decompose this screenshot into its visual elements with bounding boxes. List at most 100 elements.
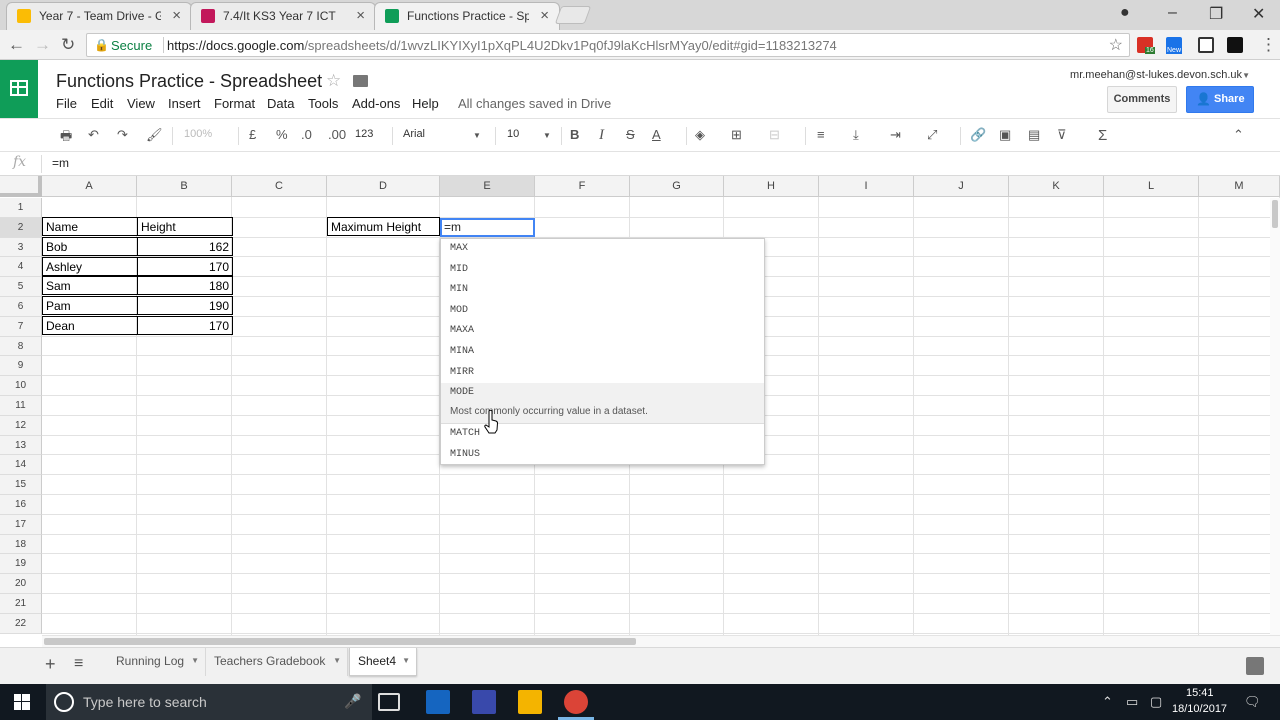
insert-link-icon[interactable]: 🔗 (970, 127, 986, 143)
text-wrapping-icon[interactable]: ⇥ (890, 127, 901, 143)
row-header[interactable]: 2 (0, 217, 42, 238)
close-window-icon[interactable]: ✕ (1252, 4, 1265, 24)
sheet-tab-caret-icon[interactable]: ▼ (333, 648, 341, 674)
row-header[interactable]: 16 (0, 495, 42, 515)
task-view-icon[interactable] (378, 693, 400, 711)
sheet-tab-teachers-gradebook[interactable]: Teachers Gradebook ▼ (206, 648, 348, 676)
font-size-caret-icon[interactable]: ▼ (543, 131, 551, 140)
autocomplete-item[interactable]: MAXA (441, 321, 764, 341)
document-title[interactable]: Functions Practice - Spreadsheet (56, 71, 322, 92)
sheet-tab-caret-icon[interactable]: ▼ (402, 648, 410, 674)
network-icon[interactable]: ▢ (1150, 694, 1162, 710)
sheet-tab-running-log[interactable]: Running Log ▼ (108, 648, 206, 676)
clock-time[interactable]: 15:41 (1186, 687, 1214, 699)
user-email[interactable]: mr.meehan@st-lukes.devon.sch.uk (1070, 69, 1242, 81)
cell-height[interactable]: 180 (137, 276, 233, 295)
horizontal-scrollbar[interactable] (42, 635, 1280, 647)
cell-height[interactable]: 162 (137, 237, 233, 256)
row-header[interactable]: 5 (0, 277, 42, 297)
row-header[interactable]: 6 (0, 297, 42, 317)
cell-name[interactable]: Sam (42, 276, 138, 295)
row-header[interactable]: 1 (0, 198, 42, 218)
column-header[interactable]: D (327, 176, 440, 197)
sheet-tab-sheet4[interactable]: Sheet4 ▼ (349, 648, 417, 676)
vertical-align-icon[interactable]: ⤓ (853, 127, 859, 143)
cell-height[interactable]: 170 (137, 316, 233, 335)
star-icon[interactable]: ☆ (326, 71, 341, 91)
back-icon[interactable]: ← (8, 35, 25, 55)
save-status[interactable]: All changes saved in Drive (458, 96, 611, 111)
new-tab-button[interactable] (554, 6, 592, 24)
menu-data[interactable]: Data (267, 96, 294, 111)
folder-icon[interactable] (353, 75, 368, 87)
row-header[interactable]: 13 (0, 435, 42, 456)
column-header[interactable]: L (1104, 176, 1199, 197)
row-header[interactable]: 12 (0, 415, 42, 436)
share-button[interactable]: 👤 Share (1186, 86, 1254, 113)
cell-a2[interactable]: Name (42, 217, 138, 236)
collapse-toolbar-icon[interactable]: ⌃ (1233, 127, 1244, 143)
row-header[interactable]: 18 (0, 534, 42, 555)
menu-add-ons[interactable]: Add-ons (352, 96, 400, 111)
microphone-icon[interactable]: 🎤 (344, 693, 361, 710)
insert-chart-icon[interactable]: ▤ (1028, 127, 1040, 143)
chrome-menu-icon[interactable]: ⋮ (1260, 35, 1277, 55)
vertical-scroll-thumb[interactable] (1272, 200, 1278, 228)
functions-icon[interactable]: Σ (1098, 127, 1107, 144)
browser-tab-team-drive[interactable]: Year 7 - Team Drive - Go × (6, 2, 192, 30)
row-header[interactable]: 14 (0, 455, 42, 476)
row-header[interactable]: 9 (0, 356, 42, 377)
control-panel-icon[interactable] (426, 690, 450, 714)
text-rotation-icon[interactable]: ⤢ (927, 127, 937, 143)
insert-comment-icon[interactable]: ▣ (999, 127, 1011, 143)
fill-color-icon[interactable]: ◈ (695, 127, 705, 143)
taskbar-search[interactable]: Type here to search 🎤 (46, 684, 372, 720)
strikethrough-icon[interactable]: S (626, 127, 635, 142)
column-header[interactable]: G (630, 176, 724, 197)
zoom-select[interactable]: 100% (184, 128, 212, 140)
close-tab-icon[interactable]: × (172, 7, 181, 24)
formula-input[interactable]: =m (52, 156, 69, 170)
select-all-corner[interactable] (0, 176, 42, 197)
cell-name[interactable]: Bob (42, 237, 138, 256)
autocomplete-item[interactable]: MINA (441, 342, 764, 362)
bookmark-star-icon[interactable]: ☆ (1109, 35, 1123, 55)
column-header[interactable]: A (42, 176, 137, 197)
autocomplete-item[interactable]: MIN (441, 280, 764, 300)
column-header[interactable]: H (724, 176, 819, 197)
italic-icon[interactable]: I (599, 127, 604, 144)
currency-format-button[interactable]: £ (249, 127, 256, 142)
column-header[interactable]: K (1009, 176, 1104, 197)
row-header[interactable]: 17 (0, 514, 42, 535)
column-header[interactable]: F (535, 176, 630, 197)
row-header[interactable]: 4 (0, 257, 42, 278)
network-app-icon[interactable] (472, 690, 496, 714)
add-sheet-icon[interactable]: + (45, 654, 56, 675)
row-header[interactable]: 15 (0, 475, 42, 495)
increase-decimal-button[interactable]: .00 (328, 127, 346, 142)
menu-tools[interactable]: Tools (308, 96, 338, 111)
redo-icon[interactable]: ↷ (117, 127, 128, 143)
cell-height[interactable]: 170 (137, 257, 233, 276)
maximize-icon[interactable]: ❐ (1209, 4, 1223, 24)
print-icon[interactable]: 🖶 (60, 127, 72, 149)
font-caret-icon[interactable]: ▼ (473, 131, 481, 140)
autocomplete-item[interactable]: MINUS (441, 445, 764, 465)
windows-start-icon[interactable] (14, 694, 30, 710)
horizontal-scroll-thumb[interactable] (44, 638, 636, 645)
show-hidden-icons[interactable]: ⌃ (1102, 694, 1113, 710)
amazon-icon[interactable] (1227, 37, 1243, 53)
row-header[interactable]: 21 (0, 594, 42, 614)
close-tab-icon[interactable]: × (540, 7, 549, 24)
menu-file[interactable]: File (56, 96, 77, 111)
row-header[interactable]: 11 (0, 396, 42, 416)
column-header[interactable]: I (819, 176, 914, 197)
cell-name[interactable]: Ashley (42, 257, 138, 276)
menu-insert[interactable]: Insert (168, 96, 201, 111)
cell-b2[interactable]: Height (137, 217, 233, 236)
text-color-icon[interactable]: A (652, 127, 661, 142)
active-cell-editor[interactable]: =m (440, 218, 535, 237)
row-header[interactable]: 22 (0, 613, 42, 634)
cortana-icon[interactable] (54, 692, 74, 712)
font-select[interactable]: Arial (403, 128, 425, 140)
